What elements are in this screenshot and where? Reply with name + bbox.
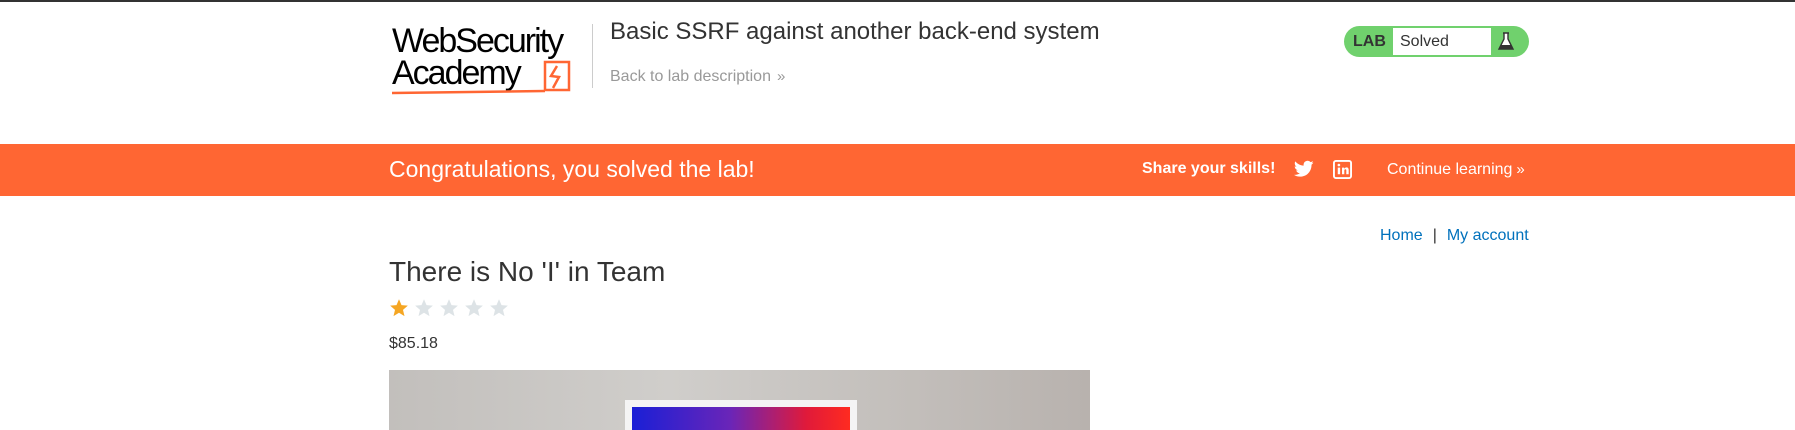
share-skills-label: Share your skills!: [1142, 160, 1276, 177]
star-empty-icon: [440, 299, 458, 317]
account-nav: Home | My account: [1380, 227, 1529, 245]
web-security-academy-logo[interactable]: WebSecurity Academy: [389, 22, 589, 98]
header-divider: [592, 24, 593, 88]
product-image-banner: [632, 407, 850, 430]
nav-separator: |: [1432, 227, 1437, 244]
lab-title: Basic SSRF against another back-end syst…: [610, 18, 1100, 45]
solved-banner: Congratulations, you solved the lab! Sha…: [0, 144, 1795, 196]
twitter-icon[interactable]: [1294, 160, 1314, 178]
star-filled-icon: [390, 299, 408, 317]
back-to-lab-description-link[interactable]: Back to lab description »: [610, 68, 785, 86]
linkedin-icon[interactable]: [1333, 160, 1352, 179]
star-empty-icon: [415, 299, 433, 317]
lab-header: WebSecurity Academy Basic SSRF against a…: [0, 2, 1795, 144]
continue-learning-label: Continue learning: [1387, 161, 1513, 178]
continue-learning-link[interactable]: Continue learning»: [1387, 161, 1525, 179]
double-chevron-right-icon: »: [776, 68, 786, 85]
product-title: There is No 'I' in Team: [389, 256, 666, 287]
home-link[interactable]: Home: [1380, 227, 1423, 244]
congratulations-message: Congratulations, you solved the lab!: [389, 156, 755, 182]
flask-icon: [1497, 32, 1515, 50]
lab-status-widget: LAB Solved: [1344, 26, 1529, 57]
double-chevron-right-icon: »: [1516, 161, 1525, 178]
product-rating: [389, 298, 509, 318]
logo-mark-icon: [391, 60, 571, 95]
product-price: $85.18: [389, 335, 438, 352]
star-empty-icon: [490, 299, 508, 317]
lab-badge: LAB: [1353, 33, 1386, 50]
back-link-label: Back to lab description: [610, 68, 771, 85]
lab-status-text: Solved: [1400, 33, 1449, 50]
lab-status-box: Solved: [1393, 28, 1491, 55]
star-empty-icon: [465, 299, 483, 317]
my-account-link[interactable]: My account: [1447, 227, 1529, 244]
product-image: [389, 370, 1090, 430]
